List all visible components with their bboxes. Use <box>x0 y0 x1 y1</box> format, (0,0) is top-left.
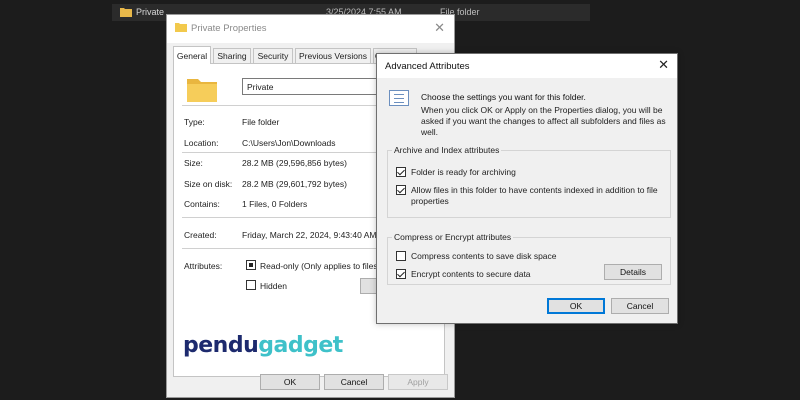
compress-checkbox[interactable] <box>396 251 406 261</box>
created-value: Friday, March 22, 2024, 9:43:40 AM <box>242 230 377 240</box>
archive-ready-checkbox[interactable] <box>396 167 406 177</box>
size-label: Size: <box>184 158 203 168</box>
archive-ready-label: Folder is ready for archiving <box>411 167 516 177</box>
file-name: Private <box>136 7 165 17</box>
folder-large-icon <box>187 79 217 102</box>
properties-title: Private Properties <box>191 23 267 34</box>
logo-text-main: pendu <box>183 333 259 358</box>
details-button[interactable]: Details <box>604 264 662 280</box>
hidden-checkbox[interactable] <box>246 280 256 290</box>
close-icon[interactable]: ✕ <box>434 20 445 36</box>
archive-index-group: Archive and Index attributes Folder is r… <box>387 145 671 218</box>
tab-general[interactable]: General <box>173 46 211 64</box>
location-value: C:\Users\Jon\Downloads <box>242 138 336 148</box>
apply-button[interactable]: Apply <box>388 374 448 390</box>
readonly-label: Read-only (Only applies to files in fold… <box>260 261 382 271</box>
compress-label: Compress contents to save disk space <box>411 251 557 261</box>
location-label: Location: <box>184 138 219 148</box>
intro-text: Choose the settings you want for this fo… <box>421 92 586 102</box>
cancel-button[interactable]: Cancel <box>324 374 384 390</box>
folder-icon <box>175 23 187 32</box>
size-on-disk-label: Size on disk: <box>184 179 233 189</box>
folder-icon <box>120 8 132 17</box>
close-icon[interactable]: ✕ <box>658 57 669 73</box>
attributes-label: Attributes: <box>184 261 223 271</box>
tab-sharing[interactable]: Sharing <box>213 48 251 63</box>
readonly-checkbox[interactable] <box>246 260 256 270</box>
advanced-attributes-dialog: Advanced Attributes ✕ Choose the setting… <box>376 53 678 324</box>
brand-logo: pendugadget <box>183 333 343 358</box>
created-label: Created: <box>184 230 217 240</box>
hidden-label: Hidden <box>260 281 287 291</box>
contains-label: Contains: <box>184 199 220 209</box>
tab-previous-versions[interactable]: Previous Versions <box>295 48 371 63</box>
type-value: File folder <box>242 117 280 127</box>
advanced-titlebar[interactable]: Advanced Attributes ✕ <box>377 54 677 78</box>
note-text: When you click OK or Apply on the Proper… <box>421 105 666 137</box>
ok-button[interactable]: OK <box>260 374 320 390</box>
attributes-icon <box>389 90 409 106</box>
contains-value: 1 Files, 0 Folders <box>242 199 308 209</box>
advanced-title: Advanced Attributes <box>385 61 470 72</box>
type-label: Type: <box>184 117 205 127</box>
index-allow-label: Allow files in this folder to have conte… <box>411 185 658 206</box>
advanced-cancel-button[interactable]: Cancel <box>611 298 669 314</box>
compress-group-label: Compress or Encrypt attributes <box>392 232 514 242</box>
logo-text-accent: gadget <box>258 333 343 358</box>
properties-titlebar[interactable]: Private Properties ✕ <box>167 15 454 43</box>
archive-group-label: Archive and Index attributes <box>392 145 502 155</box>
index-allow-checkbox[interactable] <box>396 185 406 195</box>
size-value: 28.2 MB (29,596,856 bytes) <box>242 158 347 168</box>
tab-security[interactable]: Security <box>253 48 293 63</box>
advanced-ok-button[interactable]: OK <box>547 298 605 314</box>
size-on-disk-value: 28.2 MB (29,601,792 bytes) <box>242 179 347 189</box>
encrypt-label: Encrypt contents to secure data <box>411 269 531 279</box>
compress-encrypt-group: Compress or Encrypt attributes Compress … <box>387 232 671 285</box>
encrypt-checkbox[interactable] <box>396 269 406 279</box>
